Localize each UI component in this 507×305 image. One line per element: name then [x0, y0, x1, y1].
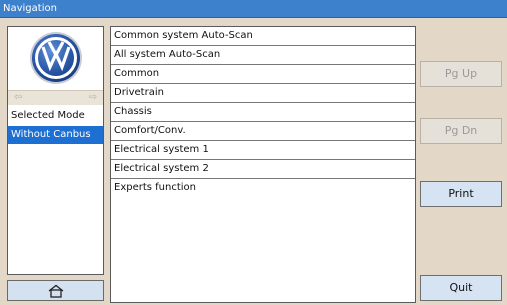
menu-item-common[interactable]: Common	[111, 65, 415, 84]
menu-item-comfort-conv[interactable]: Comfort/Conv.	[111, 122, 415, 141]
arrow-left-icon[interactable]: ⇦	[14, 92, 22, 103]
mode-item-without-canbus[interactable]: Without Canbus	[8, 126, 103, 144]
mode-item-selected-mode[interactable]: Selected Mode	[8, 107, 103, 125]
menu-item-drivetrain[interactable]: Drivetrain	[111, 84, 415, 103]
menu-item-electrical-system-1[interactable]: Electrical system 1	[111, 141, 415, 160]
quit-button[interactable]: Quit	[420, 275, 502, 301]
home-icon	[48, 284, 63, 298]
window-title: Navigation	[3, 3, 57, 14]
volkswagen-logo	[29, 32, 82, 84]
arrow-right-icon[interactable]: ⇨	[89, 92, 97, 103]
logo-container	[8, 27, 103, 89]
menu-item-all-system-auto-scan[interactable]: All system Auto-Scan	[111, 46, 415, 65]
menu-item-common-system-auto-scan[interactable]: Common system Auto-Scan	[111, 27, 415, 46]
page-down-button[interactable]: Pg Dn	[420, 118, 502, 144]
title-bar: Navigation	[0, 0, 507, 18]
menu-item-experts-function[interactable]: Experts function	[111, 179, 415, 198]
function-menu-list: Common system Auto-Scan All system Auto-…	[110, 26, 416, 303]
home-button[interactable]	[7, 280, 104, 301]
page-up-button[interactable]: Pg Up	[420, 61, 502, 87]
menu-item-electrical-system-2[interactable]: Electrical system 2	[111, 160, 415, 179]
menu-item-chassis[interactable]: Chassis	[111, 103, 415, 122]
mode-navigation-row: ⇦ ⇨	[8, 90, 103, 105]
left-panel: ⇦ ⇨ Selected Mode Without Canbus	[7, 26, 104, 275]
print-button[interactable]: Print	[420, 181, 502, 207]
